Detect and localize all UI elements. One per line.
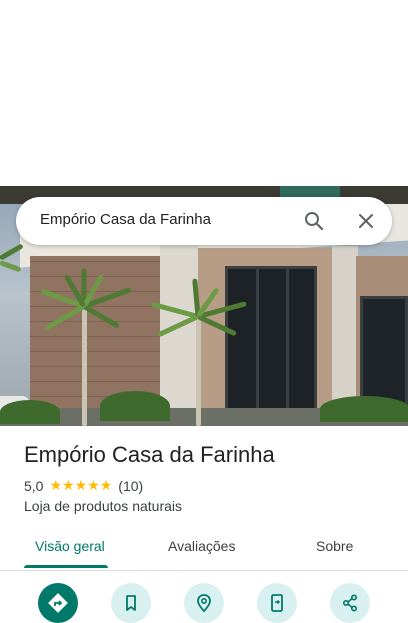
active-tab-indicator xyxy=(24,565,108,568)
review-count[interactable]: (10) xyxy=(118,478,143,494)
tab-about[interactable]: Sobre xyxy=(316,538,353,554)
tab-overview[interactable]: Visão geral xyxy=(35,538,105,554)
star-icon: ★ xyxy=(99,478,113,494)
star-icon: ★ xyxy=(49,478,63,494)
save-button[interactable] xyxy=(111,583,151,623)
star-icon: ★ xyxy=(87,478,100,494)
send-to-phone-icon xyxy=(271,594,283,612)
search-input[interactable]: Empório Casa da Farinha xyxy=(40,211,211,228)
rating-stars: ★ ★ ★ ★ ★ xyxy=(49,479,112,493)
rating-row[interactable]: 5,0 ★ ★ ★ ★ ★ (10) xyxy=(24,478,143,494)
directions-button[interactable] xyxy=(38,583,78,623)
nearby-button[interactable] xyxy=(184,583,224,623)
star-icon: ★ xyxy=(74,478,88,494)
nearby-icon xyxy=(197,594,211,613)
tab-reviews[interactable]: Avaliações xyxy=(168,538,235,554)
close-icon[interactable] xyxy=(354,209,378,233)
send-to-phone-button[interactable] xyxy=(257,583,297,623)
share-button[interactable] xyxy=(330,583,370,623)
top-blank-area xyxy=(0,0,408,186)
search-icon[interactable] xyxy=(302,209,326,233)
share-icon xyxy=(342,594,358,612)
bookmark-icon xyxy=(126,595,136,611)
search-bar[interactable]: Empório Casa da Farinha xyxy=(16,197,392,245)
place-category[interactable]: Loja de produtos naturais xyxy=(24,498,182,514)
star-icon: ★ xyxy=(62,478,75,494)
rating-value: 5,0 xyxy=(24,478,44,494)
place-title: Empório Casa da Farinha xyxy=(24,442,275,467)
tab-bar: Visão geral Avaliações Sobre xyxy=(0,524,408,571)
directions-icon xyxy=(48,593,68,613)
